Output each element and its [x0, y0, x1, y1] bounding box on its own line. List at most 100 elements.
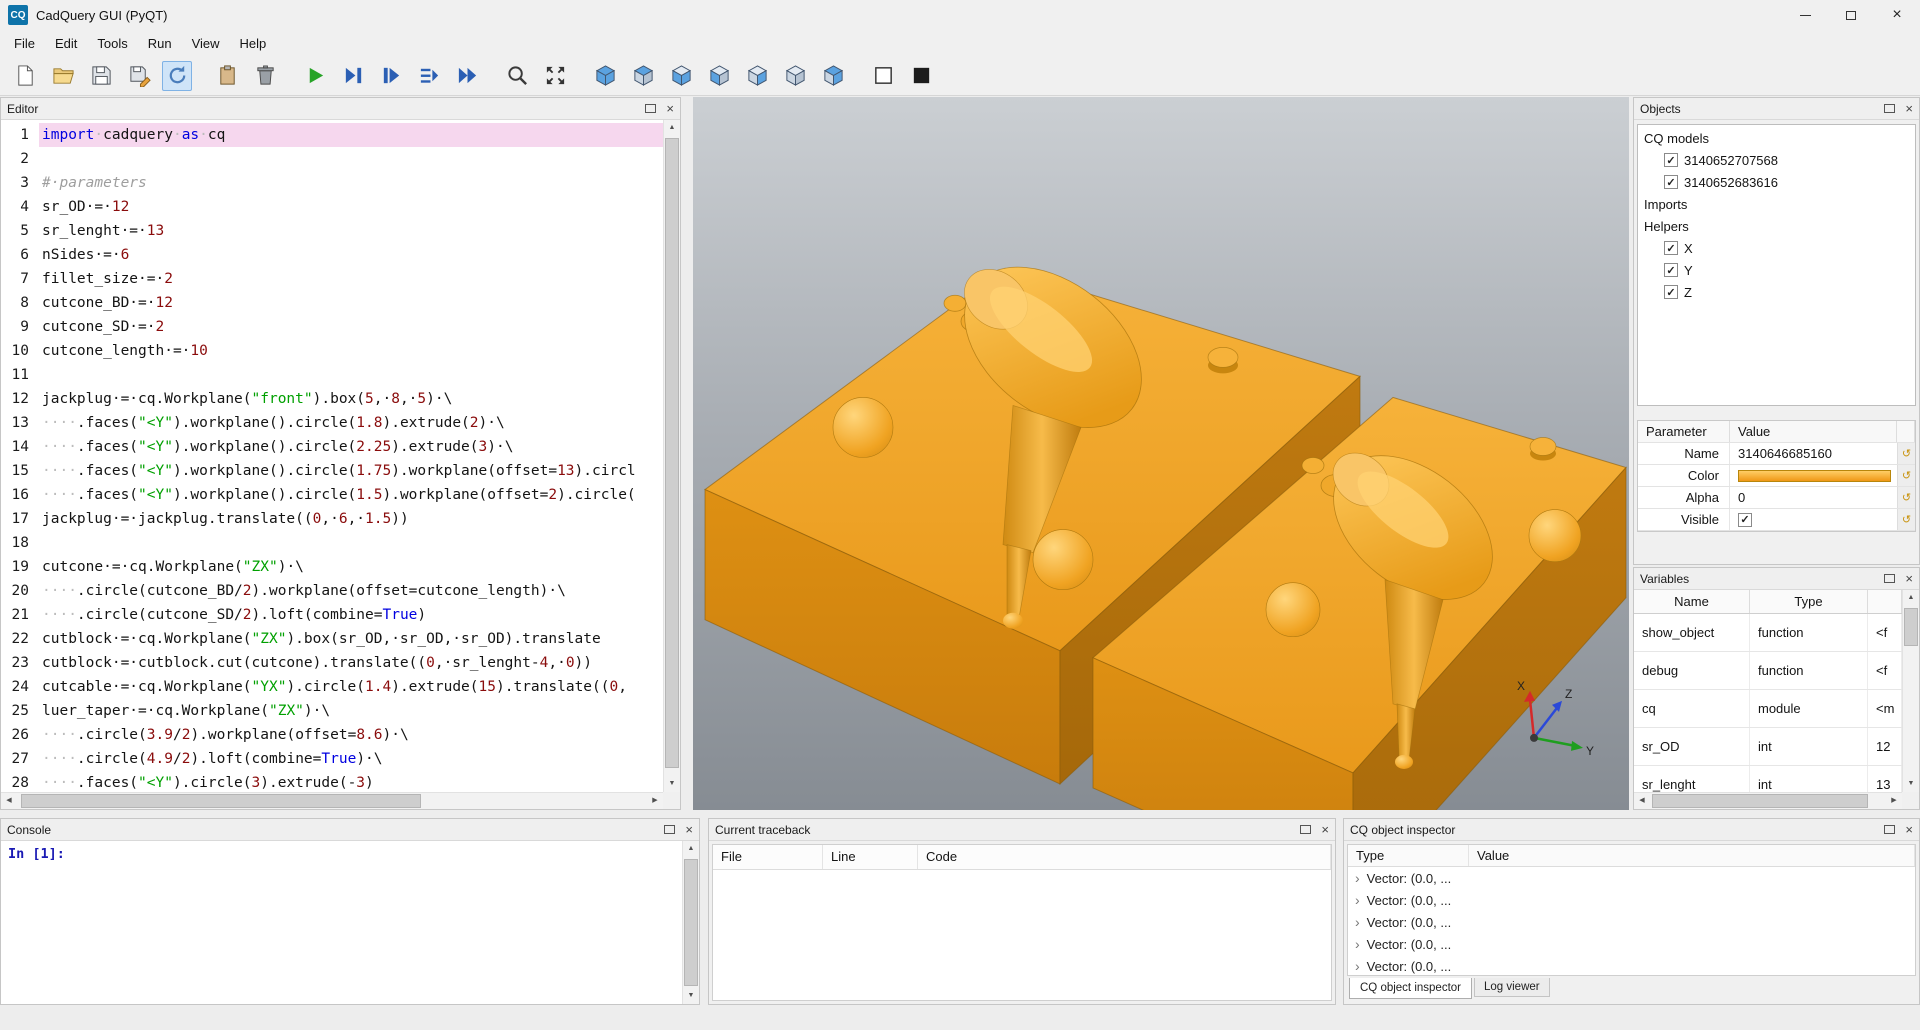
- code-line-19[interactable]: 19cutcone·=·cq.Workplane("ZX")·\: [1, 555, 663, 579]
- view-back-icon[interactable]: [742, 61, 772, 91]
- view-bottom-icon[interactable]: [666, 61, 696, 91]
- code-line-25[interactable]: 25luer_taper·=·cq.Workplane("ZX")·\: [1, 699, 663, 723]
- menu-run[interactable]: Run: [138, 33, 182, 54]
- tree-item-x[interactable]: ✓X: [1638, 237, 1915, 259]
- editor-float-icon[interactable]: [645, 104, 656, 113]
- code-line-3[interactable]: 3#·parameters: [1, 171, 663, 195]
- tree-item-imports[interactable]: Imports: [1638, 193, 1915, 215]
- tab-log-viewer[interactable]: Log viewer: [1474, 978, 1550, 997]
- save-as-icon[interactable]: [124, 61, 154, 91]
- scroll-left-arrow[interactable]: ◀: [1634, 793, 1650, 809]
- code-line-21[interactable]: 21····.circle(cutcone_SD/2).loft(combine…: [1, 603, 663, 627]
- menu-edit[interactable]: Edit: [45, 33, 87, 54]
- console-float-icon[interactable]: [664, 825, 675, 834]
- variable-row-sr-lenght[interactable]: sr_lenghtint13: [1634, 766, 1902, 792]
- checkbox-y[interactable]: ✓: [1664, 263, 1678, 277]
- traceback-float-icon[interactable]: [1300, 825, 1311, 834]
- scroll-thumb[interactable]: [684, 859, 698, 986]
- toggle-wireframe-icon[interactable]: [868, 61, 898, 91]
- console-output[interactable]: In [1]:: [1, 841, 682, 1004]
- scroll-down-arrow[interactable]: ▼: [664, 776, 680, 792]
- prop-value-alpha[interactable]: 0: [1730, 487, 1897, 508]
- code-line-2[interactable]: 2: [1, 147, 663, 171]
- code-line-10[interactable]: 10cutcone_length·=·10: [1, 339, 663, 363]
- scroll-down-arrow[interactable]: ▼: [683, 988, 699, 1004]
- code-line-16[interactable]: 16····.faces("<Y").workplane().circle(1.…: [1, 483, 663, 507]
- continue-icon[interactable]: [452, 61, 482, 91]
- scroll-up-arrow[interactable]: ▲: [664, 120, 680, 136]
- checkbox-z[interactable]: ✓: [1664, 285, 1678, 299]
- toggle-shaded-icon[interactable]: [906, 61, 936, 91]
- editor-hscrollbar[interactable]: ◀ ▶: [1, 792, 663, 809]
- prop-value-visible[interactable]: ✓: [1730, 509, 1897, 530]
- code-line-8[interactable]: 8cutcone_BD·=·12: [1, 291, 663, 315]
- code-line-22[interactable]: 22cutblock·=·cq.Workplane("ZX").box(sr_O…: [1, 627, 663, 651]
- editor-code[interactable]: 1import·cadquery·as·cq23#·parameters4sr_…: [1, 120, 663, 792]
- menu-file[interactable]: File: [4, 33, 45, 54]
- open-file-icon[interactable]: [48, 61, 78, 91]
- scroll-thumb[interactable]: [1904, 608, 1918, 646]
- inspector-close-icon[interactable]: ×: [1905, 823, 1913, 836]
- tree-item-cq-models[interactable]: CQ models: [1638, 127, 1915, 149]
- prop-value-name[interactable]: 3140646685160: [1730, 443, 1897, 464]
- code-line-4[interactable]: 4sr_OD·=·12: [1, 195, 663, 219]
- inspector-float-icon[interactable]: [1884, 825, 1895, 834]
- code-line-23[interactable]: 23cutblock·=·cutblock.cut(cutcone).trans…: [1, 651, 663, 675]
- scroll-right-arrow[interactable]: ▶: [647, 793, 663, 809]
- code-line-15[interactable]: 15····.faces("<Y").workplane().circle(1.…: [1, 459, 663, 483]
- render-icon[interactable]: [300, 61, 330, 91]
- scroll-up-arrow[interactable]: ▲: [683, 841, 699, 857]
- inspector-row-4[interactable]: ›Vector: (0.0, ...: [1348, 933, 1915, 955]
- variables-hscrollbar[interactable]: ◀ ▶: [1634, 792, 1902, 809]
- code-line-24[interactable]: 24cutcable·=·cq.Workplane("YX").circle(1…: [1, 675, 663, 699]
- maximize-button[interactable]: [1828, 0, 1874, 30]
- menu-tools[interactable]: Tools: [87, 33, 137, 54]
- inspector-row-2[interactable]: ›Vector: (0.0, ...: [1348, 889, 1915, 911]
- reset-name-icon[interactable]: ↺: [1897, 443, 1915, 464]
- code-line-11[interactable]: 11: [1, 363, 663, 387]
- checkbox-3140652707568[interactable]: ✓: [1664, 153, 1678, 167]
- close-button[interactable]: ×: [1874, 0, 1920, 30]
- visible-checkbox[interactable]: ✓: [1738, 513, 1752, 527]
- traceback-close-icon[interactable]: ×: [1321, 823, 1329, 836]
- viewport-3d[interactable]: X Z Y: [693, 97, 1629, 810]
- prop-value-color[interactable]: [1730, 465, 1897, 486]
- variables-vscrollbar[interactable]: ▲ ▼: [1902, 590, 1919, 792]
- objects-float-icon[interactable]: [1884, 104, 1895, 113]
- debug-icon[interactable]: [338, 61, 368, 91]
- checkbox-x[interactable]: ✓: [1664, 241, 1678, 255]
- console-vscrollbar[interactable]: ▲ ▼: [682, 841, 699, 1004]
- code-line-1[interactable]: 1import·cadquery·as·cq: [1, 123, 663, 147]
- scroll-thumb[interactable]: [665, 138, 679, 768]
- new-file-icon[interactable]: [10, 61, 40, 91]
- menu-help[interactable]: Help: [230, 33, 277, 54]
- code-line-9[interactable]: 9cutcone_SD·=·2: [1, 315, 663, 339]
- tree-item-3140652683616[interactable]: ✓3140652683616: [1638, 171, 1915, 193]
- minimize-button[interactable]: [1782, 0, 1828, 30]
- code-line-14[interactable]: 14····.faces("<Y").workplane().circle(2.…: [1, 435, 663, 459]
- step-next-icon[interactable]: [414, 61, 444, 91]
- code-line-20[interactable]: 20····.circle(cutcone_BD/2).workplane(of…: [1, 579, 663, 603]
- objects-close-icon[interactable]: ×: [1905, 102, 1913, 115]
- view-front-icon[interactable]: [704, 61, 734, 91]
- menu-view[interactable]: View: [182, 33, 230, 54]
- inspector-row-5[interactable]: ›Vector: (0.0, ...: [1348, 955, 1915, 976]
- expand-chevron-icon[interactable]: ›: [1355, 936, 1360, 952]
- clear-console-icon[interactable]: [212, 61, 242, 91]
- inspector-row-1[interactable]: ›Vector: (0.0, ...: [1348, 867, 1915, 889]
- tab-cq-object-inspector[interactable]: CQ object inspector: [1349, 978, 1472, 999]
- code-line-28[interactable]: 28····.faces("<Y").circle(3).extrude(-3): [1, 771, 663, 792]
- code-line-12[interactable]: 12jackplug·=·cq.Workplane("front").box(5…: [1, 387, 663, 411]
- editor-vscrollbar[interactable]: ▲ ▼: [663, 120, 680, 792]
- step-icon[interactable]: [376, 61, 406, 91]
- checkbox-3140652683616[interactable]: ✓: [1664, 175, 1678, 189]
- color-swatch[interactable]: [1738, 470, 1891, 482]
- view-right-icon[interactable]: [818, 61, 848, 91]
- console-close-icon[interactable]: ×: [685, 823, 693, 836]
- save-icon[interactable]: [86, 61, 116, 91]
- zoom-icon[interactable]: [502, 61, 532, 91]
- variable-row-cq[interactable]: cqmodule<m: [1634, 690, 1902, 728]
- editor-close-icon[interactable]: ×: [666, 102, 674, 115]
- scroll-thumb[interactable]: [1652, 794, 1868, 808]
- fit-view-icon[interactable]: [540, 61, 570, 91]
